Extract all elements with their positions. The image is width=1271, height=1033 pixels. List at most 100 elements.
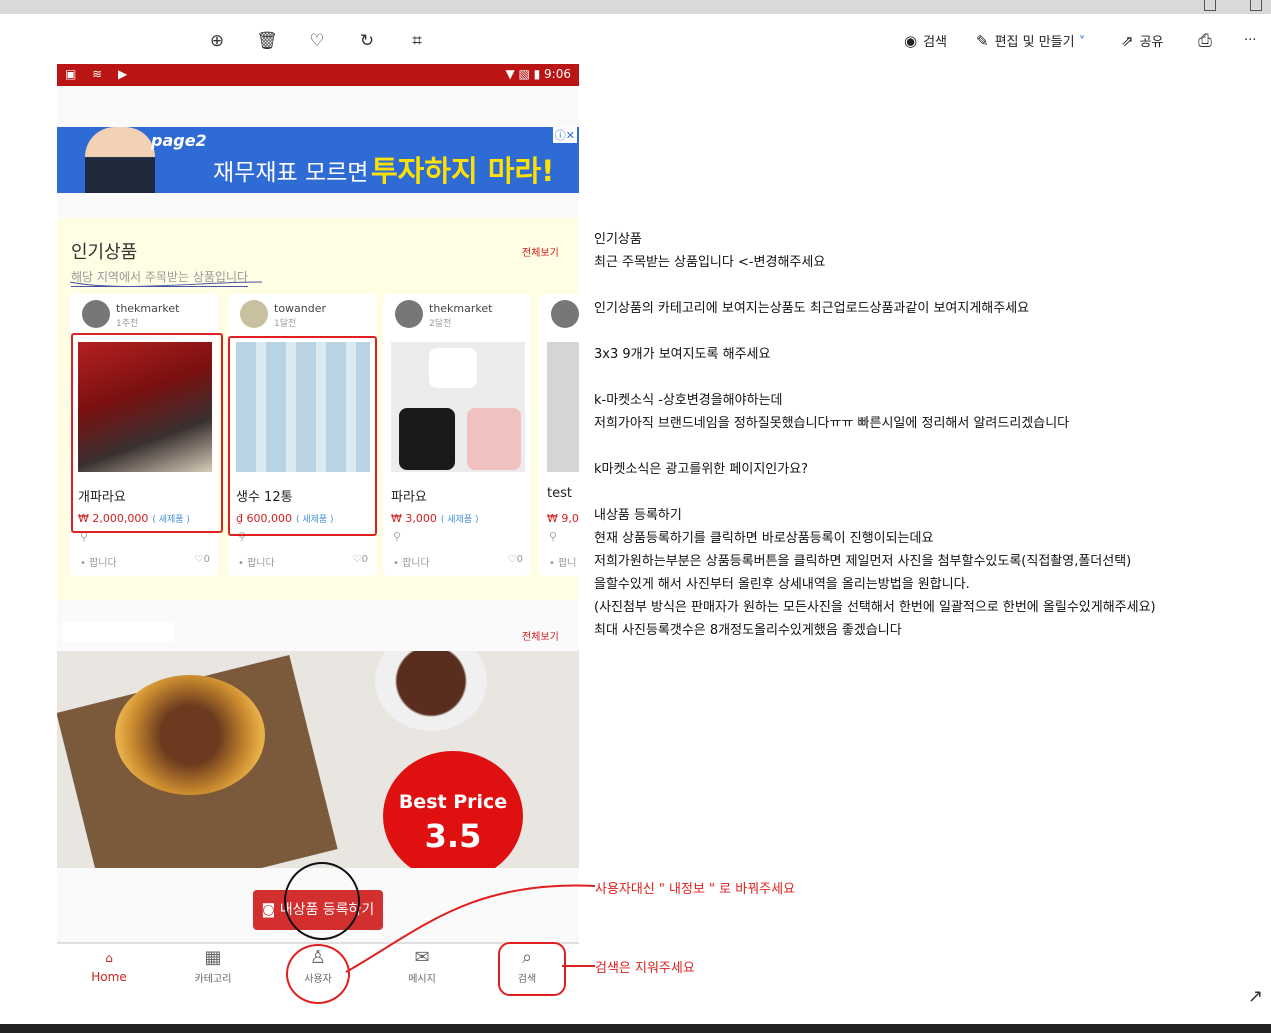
section-subtitle: 해당 지역에서 주목받는 상품입니다 (71, 268, 249, 287)
sale-status: • 팝니다 (393, 558, 430, 569)
note-line: k마켓소식은 광고를위한 페이지인가요? (594, 462, 809, 477)
review-notes: 인기상품 최근 주목받는 상품입니다 <-변경해주세요 인기상품의 카테고리에 … (594, 228, 1254, 642)
search-remove-note: 검색은 지워주세요 (595, 961, 695, 976)
share-button[interactable]: ⇗ 공유 (1121, 30, 1164, 52)
print-icon[interactable]: ⎙ (1194, 30, 1216, 52)
more-button[interactable]: ··· (1244, 30, 1256, 52)
edit-icon: ✎ (976, 32, 989, 50)
promo-banner[interactable]: Best Price 3.5 (57, 651, 579, 868)
close-window-icon[interactable] (1250, 0, 1262, 11)
expand-icon[interactable]: ↗ (1248, 986, 1263, 1007)
ad-text-white: 재무재표 모르면 (213, 160, 369, 186)
posted-time: 2달전 (429, 319, 452, 329)
section-title-placeholder (63, 622, 173, 642)
product-card[interactable]: thekmarket 2달전 파라요 ₩ 3,000( 새제품 ) ⚲ • 팝니… (383, 294, 531, 576)
seller-name: thekmarket (429, 302, 493, 315)
note-line (594, 481, 1254, 504)
rotate-icon[interactable]: ↻ (356, 30, 378, 52)
condition-badge: ( 새제품 ) (440, 515, 479, 525)
taskbar (0, 1024, 1271, 1033)
heart-icon[interactable]: ♡ (306, 30, 328, 52)
avatar (240, 300, 268, 328)
earbuds-black-image (399, 408, 455, 470)
user-rename-note: 사용자대신 " 내정보 " 로 바꿔주세요 (595, 882, 796, 897)
status-left-icons: ▣ ≋ ▶ (65, 67, 134, 81)
annotation-ellipse (498, 942, 566, 996)
mail-icon: ✉ (414, 947, 430, 968)
news-section-header: 전체보기 (57, 620, 579, 650)
zoom-in-icon[interactable]: ⊕ (206, 30, 228, 52)
annotation-box (71, 333, 223, 533)
annotation-box (228, 336, 377, 536)
sale-status: • 팝니 (549, 558, 577, 569)
product-price: ₩ 9,0 (547, 512, 579, 525)
product-name: 파라요 (391, 490, 427, 505)
trash-icon[interactable]: 🗑 (256, 30, 278, 52)
ad-text-yellow: 투자하지 마라! (371, 154, 555, 188)
like-count[interactable]: ♡0 (353, 554, 368, 565)
status-right: ▼ ▧ ▮ 9:06 (505, 67, 571, 81)
best-price-badge: Best Price 3.5 (383, 751, 523, 868)
nav-message[interactable]: ✉ 메시지 (382, 946, 462, 985)
note-line: 최근 주목받는 상품입니다 <-변경해주세요 (594, 255, 826, 270)
avatar (82, 300, 110, 328)
window-title-bar (0, 0, 1271, 14)
see-all-link[interactable]: 전체보기 (522, 244, 559, 259)
visual-search-icon: ◉ (904, 32, 918, 50)
ad-close-icon[interactable]: ⓘ✕ (552, 127, 577, 143)
earbuds-white-image (429, 348, 477, 388)
product-name: test (547, 486, 572, 501)
ad-banner[interactable]: page2 재무재표 모르면 투자하지 마라! ⓘ✕ (57, 127, 579, 193)
product-photo (391, 342, 525, 472)
note-line: 인기상품 (594, 232, 642, 247)
note-line: 저희가아직 브랜드네임을 정하질못했습니다ㅠㅠ 빠른시일에 정리해서 알려드리겠… (594, 416, 1070, 431)
section-title: 인기상품 (71, 242, 138, 263)
location-pin-icon: ⚲ (549, 530, 558, 543)
note-line (594, 435, 1254, 458)
note-line: (사진첨부 방식은 판매자가 원하는 모든사진을 선택해서 한번에 일괄적으로 … (594, 600, 1156, 615)
like-count[interactable]: ♡0 (195, 554, 210, 565)
earbuds-pink-image (467, 408, 521, 470)
note-line: 저희가원하는부분은 상품등록버튼을 클릭하면 제일먼저 사진을 첨부할수있도록(… (594, 554, 1132, 569)
note-line: 현재 상품등록하기를 클릭하면 바로상품등록이 진행이되는데요 (594, 531, 934, 546)
avatar (551, 300, 579, 328)
sale-status: • 팝니다 (80, 558, 117, 569)
posted-time: 1주전 (116, 319, 139, 329)
posted-time: 1달전 (274, 319, 297, 329)
product-card[interactable]: test ₩ 9,0 ⚲ • 팝니 (539, 294, 579, 576)
seller-name: towander (274, 302, 327, 315)
home-icon: ⌂ (105, 951, 113, 965)
note-line (594, 366, 1254, 389)
seller-name: thekmarket (116, 302, 180, 315)
note-line: 3x3 9개가 보여지도록 해주세요 (594, 347, 771, 362)
note-line (594, 274, 1254, 297)
restore-icon[interactable] (1204, 0, 1216, 11)
tart-image (115, 675, 265, 795)
ad-brand: page2 (151, 131, 207, 150)
viewer-toolbar: ⊕ 🗑 ♡ ↻ ⌗ ◉ 검색 ✎ 편집 및 만들기 ˅ ⇗ 공유 ⎙ ··· (0, 22, 1271, 58)
camera-icon: ◙ (261, 902, 280, 918)
nav-category[interactable]: ▦ 카테고리 (173, 946, 253, 985)
grid-icon: ▦ (204, 947, 222, 968)
like-count[interactable]: ♡0 (508, 554, 523, 565)
android-status-bar: ▣ ≋ ▶ ▼ ▧ ▮ 9:06 (57, 64, 579, 86)
see-all-link[interactable]: 전체보기 (522, 628, 559, 643)
annotation-ellipse-black (284, 862, 360, 940)
ad-person-image (85, 127, 155, 193)
note-line: 내상품 등록하기 (594, 508, 682, 523)
product-photo (547, 342, 579, 472)
edit-create-button[interactable]: ✎ 편집 및 만들기 ˅ (976, 30, 1085, 52)
note-line (594, 320, 1254, 343)
annotation-ellipse (286, 944, 350, 1004)
chevron-down-icon: ˅ (1074, 35, 1086, 50)
location-pin-icon: ⚲ (393, 530, 402, 543)
note-line: 을할수있게 해서 사진부터 올린후 상세내역을 올리는방법을 원합니다. (594, 577, 970, 592)
visual-search-button[interactable]: ◉ 검색 (904, 30, 947, 52)
product-price: ₩ 3,000( 새제품 ) (391, 512, 479, 525)
crop-icon[interactable]: ⌗ (406, 30, 428, 52)
share-icon: ⇗ (1121, 32, 1134, 50)
note-line: 최대 사진등록갯수은 8개정도올리수있게했음 좋겠습니다 (594, 623, 902, 638)
cup-image (375, 651, 487, 731)
avatar (395, 300, 423, 328)
nav-home[interactable]: ⌂ Home (69, 946, 149, 984)
